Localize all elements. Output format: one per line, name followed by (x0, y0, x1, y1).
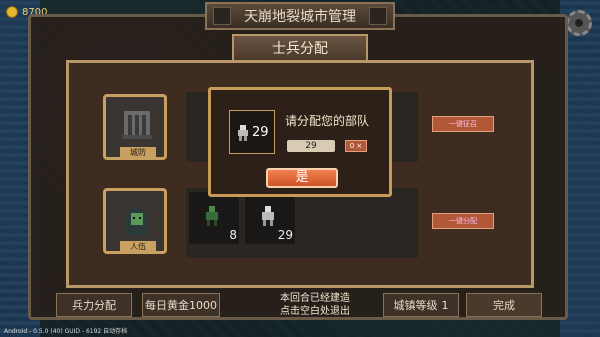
unit-slot-white[interactable]: 29 (245, 192, 295, 244)
defense-label: 城防 (120, 147, 156, 159)
clear-count-button[interactable]: 0 × (345, 140, 367, 152)
round-message: 本回合已经建造 点击空白处退出 (250, 292, 380, 318)
panel-title: 士兵分配 (232, 34, 368, 62)
unit-count: 29 (277, 228, 293, 242)
town-level-display: 城镇等级 1 (383, 293, 459, 317)
window-title-bar: 天崩地裂城市管理 (205, 2, 395, 30)
troop-allocation-button[interactable]: 兵力分配 (56, 293, 132, 317)
window-title: 天崩地裂城市管理 (244, 9, 356, 25)
daily-gold-label: 每日黄金 (145, 299, 189, 312)
dialog-unit-count: 29 (252, 125, 269, 140)
assign-troops-dialog: 29 请分配您的部队 29 0 × 是 (208, 87, 392, 197)
defense-slot[interactable]: 城防 (103, 94, 167, 160)
soldier-white-icon (262, 206, 274, 226)
town-level-value: 1 (441, 298, 449, 312)
dialog-unit-slot: 29 (229, 110, 275, 154)
one-click-assign-button[interactable]: 一键分配 (432, 213, 494, 229)
confirm-button[interactable]: 是 (266, 168, 338, 188)
title-cap-right (369, 7, 387, 25)
unit-slot-green[interactable]: 8 (189, 192, 239, 244)
title-cap-left (213, 7, 231, 25)
gold-coin-icon (6, 6, 18, 18)
soldier-white-icon (238, 125, 248, 141)
dialog-prompt: 请分配您的部队 (285, 114, 370, 128)
town-level-label: 城镇等级 (393, 299, 438, 312)
done-button[interactable]: 完成 (466, 293, 542, 317)
tower-icon (122, 111, 152, 139)
round-message-line1: 本回合已经建造 (280, 293, 350, 304)
soldier-green-icon (206, 206, 218, 226)
unit-count: 8 (229, 228, 237, 242)
version-info: Android - 0.5.0 (40) GUID - 6192 自动存档 (4, 328, 128, 335)
enlist-label: 人伍 (120, 241, 156, 253)
troop-count-input[interactable]: 29 (287, 140, 335, 152)
round-message-line2: 点击空白处退出 (280, 306, 350, 317)
gear-icon[interactable] (566, 10, 592, 36)
daily-gold-value: 1000 (189, 298, 217, 312)
hooded-soldier-icon (126, 208, 148, 235)
daily-gold-display: 每日黄金 1000 (142, 293, 220, 317)
enlist-slot[interactable]: 人伍 (103, 188, 167, 254)
one-click-recruit-button[interactable]: 一键征召 (432, 116, 494, 132)
